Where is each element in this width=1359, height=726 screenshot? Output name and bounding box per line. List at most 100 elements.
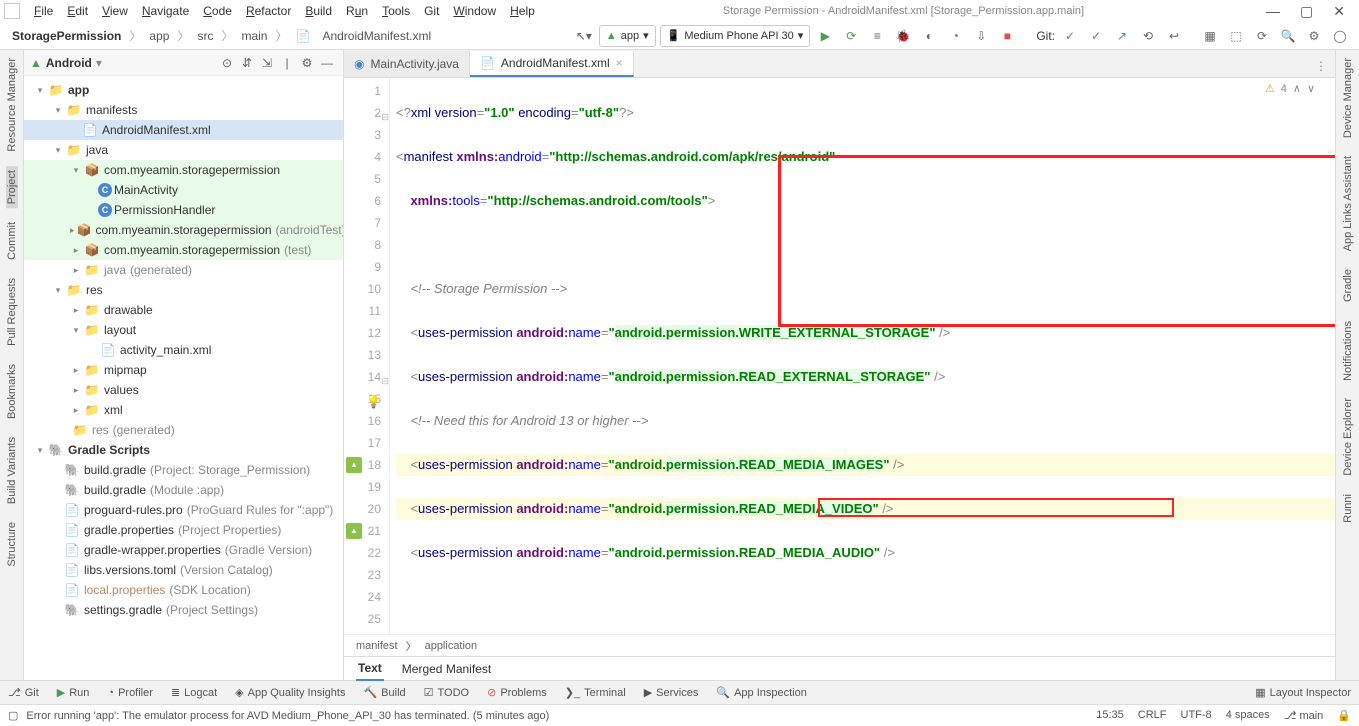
debug-icon[interactable]: 🐞 [892,25,914,47]
hide-icon[interactable]: — [317,56,337,70]
tree-gradle-wrapper-properties[interactable]: 📄gradle-wrapper.properties(Gradle Versio… [24,540,343,560]
rail-resource-manager[interactable]: Resource Manager [6,54,18,156]
tree-app[interactable]: ▾📁app [24,80,343,100]
rail-structure[interactable]: Structure [6,518,18,571]
bb-aqi[interactable]: ◈App Quality Insights [235,686,345,699]
search-icon[interactable]: 🔍 [1277,25,1299,47]
tree-activity-main-xml[interactable]: 📄activity_main.xml [24,340,343,360]
etab-text[interactable]: Text [356,657,384,681]
tree-main-activity[interactable]: CMainActivity [24,180,343,200]
expand-icon[interactable]: ⇵ [237,56,257,70]
project-view-label[interactable]: Android [46,56,92,70]
minimize-icon[interactable]: — [1266,3,1280,20]
bb-build[interactable]: 🔨Build [363,686,405,699]
bb-services[interactable]: ▶Services [644,686,699,699]
back-dropdown-icon[interactable]: ↖▾ [573,25,595,47]
bc-project[interactable]: StoragePermission [8,27,125,45]
chevron-down-icon[interactable]: ▾ [96,56,102,70]
account-icon[interactable]: ◯ [1329,25,1351,47]
tree-drawable[interactable]: ▸📁drawable [24,300,343,320]
launcher-round-icon[interactable]: ▲ [346,523,362,539]
bb-profiler[interactable]: ◔Profiler [107,687,153,699]
maximize-icon[interactable]: ▢ [1300,3,1313,20]
rail-gradle[interactable]: Gradle [1342,265,1354,306]
menu-build[interactable]: Build [299,2,338,20]
status-eol[interactable]: CRLF [1138,709,1167,722]
bb-run[interactable]: ▶Run [57,686,90,699]
tree-proguard[interactable]: 📄proguard-rules.pro(ProGuard Rules for "… [24,500,343,520]
tree-build-gradle-project[interactable]: 🐘build.gradle(Project: Storage_Permissio… [24,460,343,480]
menu-file[interactable]: File [28,2,59,20]
bb-terminal[interactable]: ❯_Terminal [565,686,626,699]
gear-icon[interactable]: ⚙ [297,56,317,70]
tree-pkg-androidtest[interactable]: ▸📦com.myeamin.storagepermission(androidT… [24,220,343,240]
tree-java-generated[interactable]: ▸📁java(generated) [24,260,343,280]
rail-device-explorer[interactable]: Device Explorer [1342,394,1354,480]
inspection-summary[interactable]: ⚠ 4 ∧ ∨ [1265,82,1315,95]
rail-pull-requests[interactable]: Pull Requests [6,274,18,350]
tree-manifest-file[interactable]: 📄AndroidManifest.xml [24,120,343,140]
rail-build-variants[interactable]: Build Variants [6,433,18,508]
target-icon[interactable]: ⊙ [217,56,237,70]
git-update-icon[interactable]: ✓ [1059,25,1081,47]
rail-commit[interactable]: Commit [6,218,18,264]
launcher-icon[interactable]: ▲ [346,457,362,473]
bb-logcat[interactable]: ≣Logcat [171,686,217,699]
bc-main[interactable]: main [237,27,271,45]
menu-code[interactable]: Code [197,2,238,20]
tab-mainactivity[interactable]: ◉ MainActivity.java [344,51,470,77]
status-encoding[interactable]: UTF-8 [1181,709,1212,722]
status-lock-icon[interactable]: 🔒 [1337,709,1351,722]
apply-changes-icon[interactable]: ⟳ [840,25,862,47]
tree-mipmap[interactable]: ▸📁mipmap [24,360,343,380]
sync-icon[interactable]: ⟳ [1251,25,1273,47]
bc-file[interactable]: AndroidManifest.xml [318,27,435,45]
tree-xml[interactable]: ▸📁xml [24,400,343,420]
menu-tools[interactable]: Tools [376,2,416,20]
menu-navigate[interactable]: Navigate [136,2,195,20]
settings-icon[interactable]: ⚙ [1303,25,1325,47]
menu-run[interactable]: Run [340,2,374,20]
tree-gradle-properties[interactable]: 📄gradle.properties(Project Properties) [24,520,343,540]
close-icon[interactable]: ✕ [1333,3,1345,20]
run-button[interactable]: ▶ [814,25,836,47]
run-config-dropdown[interactable]: ▲ app ▾ [599,25,656,47]
project-tree[interactable]: ▾📁app ▾📁manifests 📄AndroidManifest.xml ▾… [24,76,343,680]
bb-layout-inspector[interactable]: ▦Layout Inspector [1255,686,1351,699]
rail-running-devices[interactable]: Runni [1342,490,1354,527]
tree-manifests[interactable]: ▾📁manifests [24,100,343,120]
bb-git[interactable]: ⎇Git [8,686,39,699]
etab-merged[interactable]: Merged Manifest [400,658,493,680]
code-content[interactable]: <?xml version="1.0" encoding="utf-8"?> <… [390,78,1335,634]
rail-device-manager[interactable]: Device Manager [1342,54,1354,142]
tab-manifest[interactable]: 📄 AndroidManifest.xml × [470,51,634,77]
menu-help[interactable]: Help [504,2,541,20]
bb-todo[interactable]: ☑TODO [424,686,469,699]
tree-pkg-main[interactable]: ▾📦com.myeamin.storagepermission [24,160,343,180]
bc-application[interactable]: application [425,640,478,652]
menu-window[interactable]: Window [447,2,502,20]
git-history-icon[interactable]: ⟲ [1137,25,1159,47]
collapse-icon[interactable]: ⇲ [257,56,277,70]
menu-edit[interactable]: Edit [61,2,94,20]
tree-build-gradle-module[interactable]: 🐘build.gradle(Module :app) [24,480,343,500]
editor-scroll[interactable]: 12⊟34 5678 9101112 1314⊟ 15💡 1617 18▲ 19… [344,78,1335,634]
menu-view[interactable]: View [96,2,134,20]
git-push-icon[interactable]: ↗ [1111,25,1133,47]
tree-pkg-test[interactable]: ▸📦com.myeamin.storagepermission(test) [24,240,343,260]
close-tab-icon[interactable]: × [616,56,623,70]
sdk-icon[interactable]: ⬚ [1225,25,1247,47]
prev-highlight-icon[interactable]: ∧ [1293,82,1301,95]
bb-app-inspection[interactable]: 🔍App Inspection [716,686,806,699]
rail-notifications[interactable]: Notifications [1342,317,1354,385]
status-indent[interactable]: 4 spaces [1226,709,1270,722]
tree-layout[interactable]: ▾📁layout [24,320,343,340]
git-commit-icon[interactable]: ✓ [1085,25,1107,47]
attach-debugger-icon[interactable]: ⇩ [970,25,992,47]
next-highlight-icon[interactable]: ∨ [1307,82,1315,95]
status-branch[interactable]: ⎇ main [1284,709,1324,722]
bc-app[interactable]: app [145,27,173,45]
tree-libs-versions[interactable]: 📄libs.versions.toml(Version Catalog) [24,560,343,580]
tree-java[interactable]: ▾📁java [24,140,343,160]
device-dropdown[interactable]: 📱 Medium Phone API 30 ▾ [660,25,811,47]
